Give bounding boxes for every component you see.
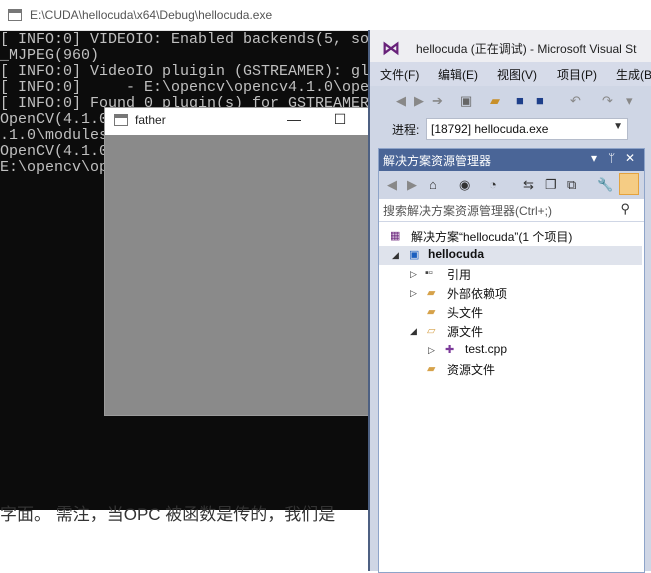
- collapsed-arrow-icon[interactable]: ▷: [410, 269, 417, 280]
- console-line: [ INFO:0] VIDEOIO: Enabled backends(5, s…: [0, 31, 406, 48]
- history-icon[interactable]: ◔: [489, 177, 497, 192]
- folder-open-icon: ▱: [427, 325, 436, 337]
- preview-selected-icon[interactable]: [619, 173, 639, 195]
- folder-icon: ▰: [427, 287, 436, 299]
- solution-explorer-titlebar[interactable]: 解决方案资源管理器 ▾ ᛘ ✕: [379, 149, 644, 171]
- references-icon: ▪▫: [425, 267, 433, 279]
- undo-icon[interactable]: ↶: [570, 93, 581, 109]
- wrench-icon[interactable]: 🔧: [597, 177, 613, 193]
- panel-menu-icon[interactable]: ▾: [591, 151, 597, 165]
- tree-item-resources[interactable]: 资源文件: [447, 361, 495, 378]
- folder-icon: ▰: [427, 306, 436, 318]
- chevron-down-icon[interactable]: ▼: [613, 121, 623, 132]
- vs-menubar: 文件(F) 编辑(E) 视图(V) 项目(P) 生成(B: [370, 62, 651, 86]
- home-icon[interactable]: ⌂: [429, 177, 437, 192]
- menu-view[interactable]: 视图(V): [497, 66, 537, 83]
- collapse-all-icon[interactable]: ❐: [545, 177, 557, 193]
- console-line: OpenCV(4.1.0): [0, 143, 118, 160]
- back-icon[interactable]: ◀: [387, 177, 397, 193]
- vs-toolbar: ◀ ▶ ➔ ▣ ▰ ■ ■ ↶ ↷ ▾: [370, 86, 651, 116]
- visual-studio-logo-icon: ⋈: [382, 38, 400, 58]
- father-window[interactable]: father — ☐: [104, 107, 374, 416]
- background-page: 字面。 需注，当OPC 被函数是传的，我们是: [0, 505, 372, 571]
- tree-item-project[interactable]: hellocuda: [428, 247, 484, 261]
- dropdown-icon[interactable]: ▾: [626, 93, 633, 109]
- console-line: _MJPEG(960): [0, 47, 100, 64]
- console-window-icon: [8, 9, 22, 21]
- maximize-button[interactable]: ☐: [323, 108, 357, 132]
- console-line: [ INFO:0] - E:\opencv\opencv4.1.0\opencv…: [0, 79, 415, 96]
- background-page-text: 字面。 需注，当OPC 被函数是传的，我们是: [0, 505, 336, 524]
- console-line: E:\opencv\ope: [0, 159, 118, 176]
- folder-icon: ▰: [427, 363, 436, 375]
- menu-project[interactable]: 项目(P): [557, 66, 597, 83]
- console-line: .1.0\modules\: [0, 127, 118, 144]
- tree-item-external-deps[interactable]: 外部依赖项: [447, 285, 507, 302]
- vs-titlebar[interactable]: ⋈ hellocuda (正在调试) - Microsoft Visual St: [370, 30, 651, 62]
- redo-icon[interactable]: ↷: [602, 93, 613, 109]
- process-label: 进程:: [392, 123, 420, 137]
- solution-explorer-toolbar: ◀ ▶ ⌂ ◉ ◔ ⇆ ❐ ⧉ 🔧: [379, 171, 644, 199]
- tree-item-headers[interactable]: 头文件: [447, 304, 483, 321]
- cpp-project-icon: ▣: [409, 249, 420, 261]
- console-titlebar[interactable]: E:\CUDA\hellocuda\x64\Debug\hellocuda.ex…: [0, 0, 372, 31]
- forward-icon[interactable]: ▶: [407, 177, 417, 193]
- solution-explorer-title: 解决方案资源管理器: [383, 154, 492, 168]
- cpp-file-icon: ✚: [445, 344, 455, 356]
- open-folder-icon[interactable]: ▰: [490, 93, 500, 109]
- process-bar: 进程: [18792] hellocuda.exe ▼: [370, 116, 651, 142]
- forward-circle-icon[interactable]: ➔: [432, 93, 443, 109]
- search-input[interactable]: 搜索解决方案资源管理器(Ctrl+;): [383, 202, 552, 219]
- save-icon[interactable]: ■: [516, 93, 524, 108]
- back-icon[interactable]: ◀: [396, 93, 406, 109]
- menu-edit[interactable]: 编辑(E): [438, 66, 478, 83]
- save-all-icon[interactable]: ■: [536, 93, 544, 108]
- sync-icon[interactable]: ⇆: [523, 177, 534, 193]
- visual-studio-window[interactable]: ⋈ hellocuda (正在调试) - Microsoft Visual St…: [368, 30, 651, 573]
- menu-file[interactable]: 文件(F): [380, 66, 419, 83]
- tree-item-sources[interactable]: 源文件: [447, 323, 483, 340]
- search-icon[interactable]: ⚲: [620, 201, 630, 217]
- console-line: OpenCV(4.1.0): [0, 111, 118, 128]
- minimize-button[interactable]: —: [277, 108, 311, 132]
- console-title: E:\CUDA\hellocuda\x64\Debug\hellocuda.ex…: [30, 8, 273, 22]
- process-value: [18792] hellocuda.exe: [431, 122, 549, 136]
- father-titlebar[interactable]: father — ☐: [105, 108, 373, 135]
- solution-icon: ▦: [390, 230, 401, 242]
- father-title: father: [135, 113, 166, 127]
- collapsed-arrow-icon[interactable]: ▷: [410, 288, 417, 299]
- expanded-arrow-icon[interactable]: ◢: [392, 250, 399, 261]
- process-select[interactable]: [18792] hellocuda.exe ▼: [426, 118, 628, 140]
- window-icon: [114, 114, 128, 126]
- forward-icon[interactable]: ▶: [414, 93, 424, 109]
- close-icon[interactable]: ✕: [625, 151, 635, 165]
- solution-explorer-search[interactable]: 搜索解决方案资源管理器(Ctrl+;) ⚲: [379, 199, 644, 222]
- collapsed-arrow-icon[interactable]: ▷: [428, 345, 435, 356]
- new-item-icon[interactable]: ▣: [460, 93, 472, 109]
- tree-item-solution[interactable]: 解决方案“hellocuda”(1 个项目): [411, 228, 572, 245]
- console-line: [ INFO:0] VideoIO pluigin (GSTREAMER): g…: [0, 63, 415, 80]
- menu-build[interactable]: 生成(B: [616, 66, 651, 83]
- solution-explorer-panel: 解决方案资源管理器 ▾ ᛘ ✕ ◀ ▶ ⌂ ◉ ◔ ⇆ ❐ ⧉ 🔧 搜索解决方案…: [378, 148, 645, 573]
- tree-item-references[interactable]: 引用: [447, 266, 471, 283]
- copy-icon[interactable]: ⧉: [567, 177, 576, 193]
- expanded-arrow-icon[interactable]: ◢: [410, 326, 417, 337]
- tree-item-test-cpp[interactable]: test.cpp: [465, 342, 507, 356]
- vs-title: hellocuda (正在调试) - Microsoft Visual St: [416, 42, 637, 56]
- globe-icon[interactable]: ◉: [459, 177, 470, 193]
- pin-icon[interactable]: ᛘ: [608, 151, 615, 165]
